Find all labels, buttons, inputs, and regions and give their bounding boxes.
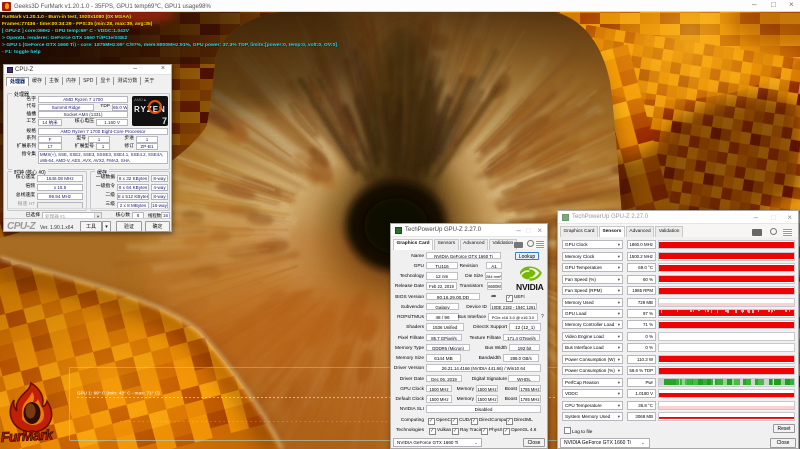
svg-text:FurMark: FurMark [0, 426, 54, 445]
svg-text:NVIDIA: NVIDIA [516, 282, 544, 292]
